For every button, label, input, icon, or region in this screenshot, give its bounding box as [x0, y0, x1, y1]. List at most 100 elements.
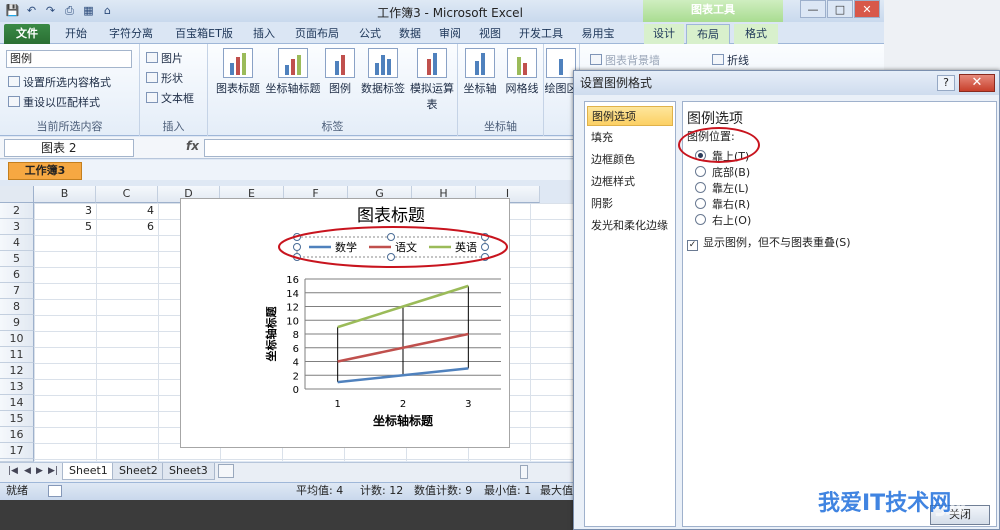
column-header[interactable]: B [34, 186, 96, 203]
reset-style-button[interactable]: 重设以匹配样式 [8, 94, 100, 110]
column-header[interactable]: C [96, 186, 158, 203]
row-header[interactable]: 4 [0, 235, 34, 251]
undo-icon[interactable]: ↶ [23, 3, 40, 19]
chart-title-button[interactable]: 图表标题 [212, 48, 264, 96]
row-header[interactable]: 13 [0, 379, 34, 395]
data-table-button[interactable]: 模拟运算表 [408, 48, 456, 112]
sheet-tab-sheet2[interactable]: Sheet2 [112, 463, 165, 480]
nav-glow-soft-edges[interactable]: 发光和柔化边缘 [587, 216, 673, 236]
tab-home[interactable]: 开始 [56, 24, 96, 44]
tab-view[interactable]: 视图 [472, 24, 508, 44]
group-insert: 图片 形状 文本框 插入 [140, 44, 208, 136]
nav-border-style[interactable]: 边框样式 [587, 172, 673, 192]
radio-icon [695, 198, 706, 209]
nav-fill[interactable]: 填充 [587, 128, 673, 148]
prev-sheet-icon[interactable]: ◀ [24, 466, 31, 476]
radio-top-right[interactable]: 右上(O) [695, 212, 751, 228]
row-header[interactable]: 6 [0, 267, 34, 283]
nav-border-color[interactable]: 边框颜色 [587, 150, 673, 170]
radio-bottom[interactable]: 底部(B) [695, 164, 750, 180]
name-box[interactable]: 图表 2 [4, 139, 134, 157]
axis-title-button[interactable]: 坐标轴标题 [264, 48, 322, 96]
row-header[interactable]: 8 [0, 299, 34, 315]
row-header[interactable]: 11 [0, 347, 34, 363]
cell-b3[interactable]: 5 [34, 219, 96, 235]
minimize-button[interactable]: — [800, 0, 826, 18]
tab-insert[interactable]: 插入 [246, 24, 282, 44]
format-selection-button[interactable]: 设置所选内容格式 [8, 74, 111, 90]
row-header[interactable]: 7 [0, 283, 34, 299]
format-icon [8, 76, 20, 87]
tab-design[interactable]: 设计 [644, 24, 684, 44]
save-icon[interactable]: 💾 [4, 3, 21, 19]
polyline-button[interactable]: 折线 [712, 52, 749, 68]
insert-textbox-button[interactable]: 文本框 [146, 90, 194, 106]
background-window [884, 0, 1000, 70]
chart-element-dropdown[interactable]: 图例 [6, 50, 132, 68]
workbook-tab[interactable]: 工作簿3 [8, 162, 82, 180]
insert-sheet-icon[interactable] [218, 464, 234, 478]
radio-left[interactable]: 靠左(L) [695, 180, 749, 196]
select-all-corner[interactable] [0, 186, 34, 203]
restore-button[interactable]: □ [827, 0, 853, 18]
horizontal-scrollbar[interactable] [520, 465, 528, 479]
insert-shapes-button[interactable]: 形状 [146, 70, 183, 86]
tab-toolbox[interactable]: 百宝箱ET版 [166, 24, 242, 44]
tab-format[interactable]: 格式 [734, 24, 778, 44]
nav-shadow[interactable]: 阴影 [587, 194, 673, 214]
gridlines-icon [507, 48, 537, 78]
y-tick-label: 4 [293, 358, 299, 369]
cell-c3[interactable]: 6 [96, 219, 158, 235]
tab-review[interactable]: 审阅 [432, 24, 468, 44]
close-window-button[interactable]: ✕ [854, 0, 880, 18]
nav-legend-options[interactable]: 图例选项 [587, 106, 673, 126]
gridlines-button[interactable]: 网格线 [502, 48, 542, 96]
row-header[interactable]: 16 [0, 427, 34, 443]
row-header[interactable]: 2 [0, 203, 34, 219]
home-icon[interactable]: ⌂ [99, 3, 116, 19]
row-header[interactable]: 15 [0, 411, 34, 427]
chart-wall-button[interactable]: 图表背景墙 [590, 52, 660, 68]
first-sheet-icon[interactable]: |◀ [8, 466, 18, 476]
fx-icon[interactable]: fx [186, 139, 199, 153]
tab-data[interactable]: 数据 [392, 24, 428, 44]
help-icon[interactable]: ? [937, 75, 955, 91]
cell-c2[interactable]: 4 [96, 203, 158, 219]
row-header[interactable]: 3 [0, 219, 34, 235]
last-sheet-icon[interactable]: ▶| [48, 466, 58, 476]
next-sheet-icon[interactable]: ▶ [36, 466, 43, 476]
print-icon[interactable]: ⎙ [61, 3, 78, 19]
row-header[interactable]: 14 [0, 395, 34, 411]
tab-file[interactable]: 文件 [4, 24, 50, 44]
radio-right[interactable]: 靠右(R) [695, 196, 750, 212]
tab-developer[interactable]: 开发工具 [512, 24, 570, 44]
insert-picture-button[interactable]: 图片 [146, 50, 183, 66]
tab-page-layout[interactable]: 页面布局 [286, 24, 348, 44]
redo-icon[interactable]: ↷ [42, 3, 59, 19]
reset-icon [8, 96, 20, 107]
row-header[interactable]: 12 [0, 363, 34, 379]
status-count: 计数: 12 [360, 484, 404, 497]
macro-record-icon[interactable] [48, 485, 62, 497]
data-labels-button[interactable]: 数据标签 [358, 48, 408, 96]
row-header[interactable]: 10 [0, 331, 34, 347]
no-overlap-checkbox[interactable]: ✓ 显示图例，但不与图表重叠(S) [687, 234, 851, 251]
selection-handle [387, 233, 395, 241]
axes-button[interactable]: 坐标轴 [460, 48, 500, 96]
sheet-tab-sheet3[interactable]: Sheet3 [162, 463, 215, 480]
row-header[interactable]: 17 [0, 443, 34, 459]
sheet-tab-sheet1[interactable]: Sheet1 [62, 463, 115, 480]
chart-object[interactable]: 图表标题 0 2 4 6 8 10 12 14 16 1 2 3 坐标轴标题 坐标轴标题 数学 语文 英语 [180, 198, 510, 448]
cell-b2[interactable]: 3 [34, 203, 96, 219]
row-header[interactable]: 9 [0, 315, 34, 331]
tab-formulas[interactable]: 公式 [352, 24, 388, 44]
tab-char-split[interactable]: 字符分离 [100, 24, 162, 44]
row-header[interactable]: 5 [0, 251, 34, 267]
data-labels-icon [368, 48, 398, 78]
dialog-close-icon[interactable]: ✕ [959, 74, 995, 92]
table-icon[interactable]: ▦ [80, 3, 97, 19]
legend-button[interactable]: 图例 [322, 48, 358, 96]
tab-easy-tools[interactable]: 易用宝 [574, 24, 622, 44]
legend-label: 语文 [395, 240, 417, 254]
tab-layout[interactable]: 布局 [686, 24, 730, 44]
